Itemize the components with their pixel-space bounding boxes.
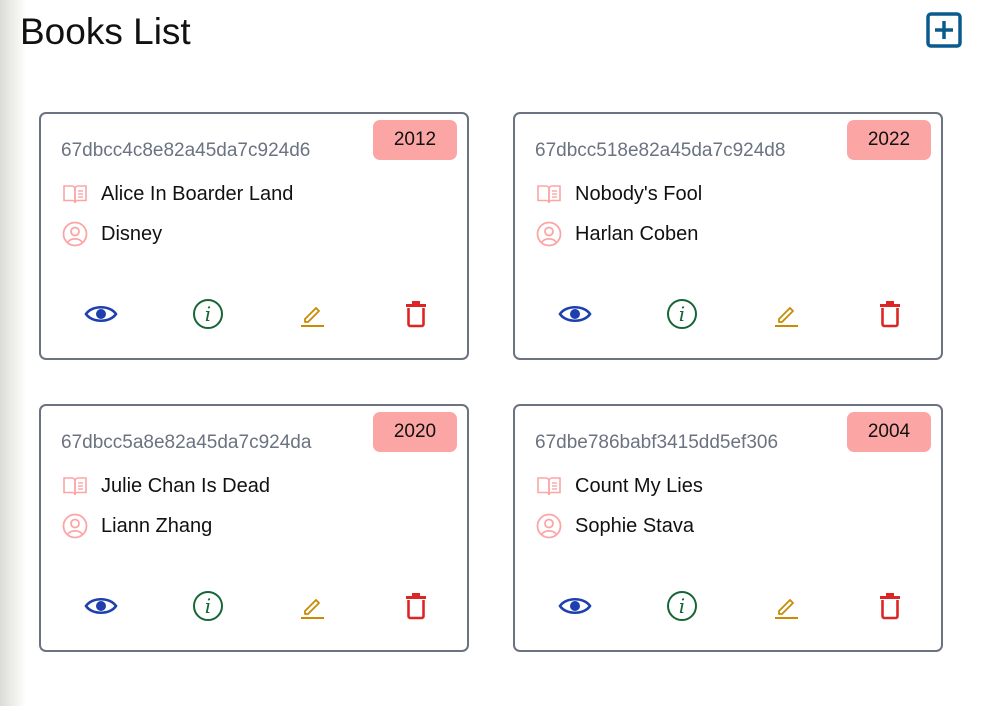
eye-icon [84,305,118,323]
user-circle-icon [61,512,89,540]
year-badge: 2020 [373,412,457,452]
eye-icon [558,305,592,323]
user-circle-icon [535,220,563,248]
book-open-icon [535,472,563,500]
user-circle-icon [535,512,563,540]
book-author: Harlan Coben [575,222,699,245]
info-circle-icon: i [667,299,697,329]
info-circle-icon: i [193,591,223,621]
book-id: 67dbcc4c8e82a45da7c924d6 [61,140,311,161]
book-author-row: Harlan Coben [535,220,698,248]
book-open-icon [61,180,89,208]
trash-icon [880,301,900,328]
delete-button[interactable] [396,294,436,334]
edit-button[interactable] [766,586,806,626]
trash-icon [406,301,426,328]
info-circle-icon: i [667,591,697,621]
year-badge: 2012 [373,120,457,160]
book-card: 2022 67dbcc518e82a45da7c924d8 Nobody's F… [513,112,943,360]
svg-text:i: i [205,302,211,326]
info-button[interactable]: i [188,294,228,334]
book-id: 67dbe786babf3415dd5ef306 [535,432,779,453]
book-author-row: Liann Zhang [61,512,212,540]
card-actions: i [515,294,941,334]
book-title-row: Nobody's Fool [535,180,702,208]
edit-button[interactable] [292,586,332,626]
book-author-row: Disney [61,220,162,248]
delete-button[interactable] [396,586,436,626]
trash-icon [406,593,426,620]
view-button[interactable] [81,586,121,626]
book-open-icon [61,472,89,500]
svg-text:i: i [679,594,685,618]
page-title: Books List [20,11,191,52]
book-card: 2004 67dbe786babf3415dd5ef306 Count My L… [513,404,943,652]
book-author: Liann Zhang [101,514,213,537]
add-book-button[interactable] [926,12,962,48]
book-title-row: Alice In Boarder Land [61,180,293,208]
plus-square-icon [926,12,962,48]
book-title-row: Julie Chan Is Dead [61,472,270,500]
card-actions: i [41,294,467,334]
books-list-page: Books List 2012 67dbcc4c8e82a45da7c924d6… [0,0,982,706]
book-open-icon [535,180,563,208]
svg-text:i: i [679,302,685,326]
pencil-icon [301,599,324,619]
info-button[interactable]: i [188,586,228,626]
card-actions: i [41,586,467,626]
year-badge: 2004 [847,412,931,452]
book-title-row: Count My Lies [535,472,703,500]
book-card: 2020 67dbcc5a8e82a45da7c924da Julie Chan… [39,404,469,652]
card-actions: i [515,586,941,626]
pencil-icon [775,307,798,327]
eye-icon [84,597,118,615]
delete-button[interactable] [870,294,910,334]
edit-button[interactable] [766,294,806,334]
pencil-icon [775,599,798,619]
book-author: Disney [101,222,163,245]
view-button[interactable] [81,294,121,334]
book-id: 67dbcc5a8e82a45da7c924da [61,432,312,453]
view-button[interactable] [555,586,595,626]
view-button[interactable] [555,294,595,334]
info-button[interactable]: i [662,586,702,626]
delete-button[interactable] [870,586,910,626]
book-id: 67dbcc518e82a45da7c924d8 [535,140,786,161]
book-author: Sophie Stava [575,514,694,537]
eye-icon [558,597,592,615]
book-title: Julie Chan Is Dead [101,474,270,497]
svg-text:i: i [205,594,211,618]
edit-button[interactable] [292,294,332,334]
pencil-icon [301,307,324,327]
left-edge-shadow [0,0,26,706]
user-circle-icon [61,220,89,248]
info-circle-icon: i [193,299,223,329]
info-button[interactable]: i [662,294,702,334]
book-title: Count My Lies [575,474,703,497]
book-title: Alice In Boarder Land [101,182,294,205]
book-title: Nobody's Fool [575,182,703,205]
book-card: 2012 67dbcc4c8e82a45da7c924d6 Alice In B… [39,112,469,360]
trash-icon [880,593,900,620]
year-badge: 2022 [847,120,931,160]
book-author-row: Sophie Stava [535,512,694,540]
